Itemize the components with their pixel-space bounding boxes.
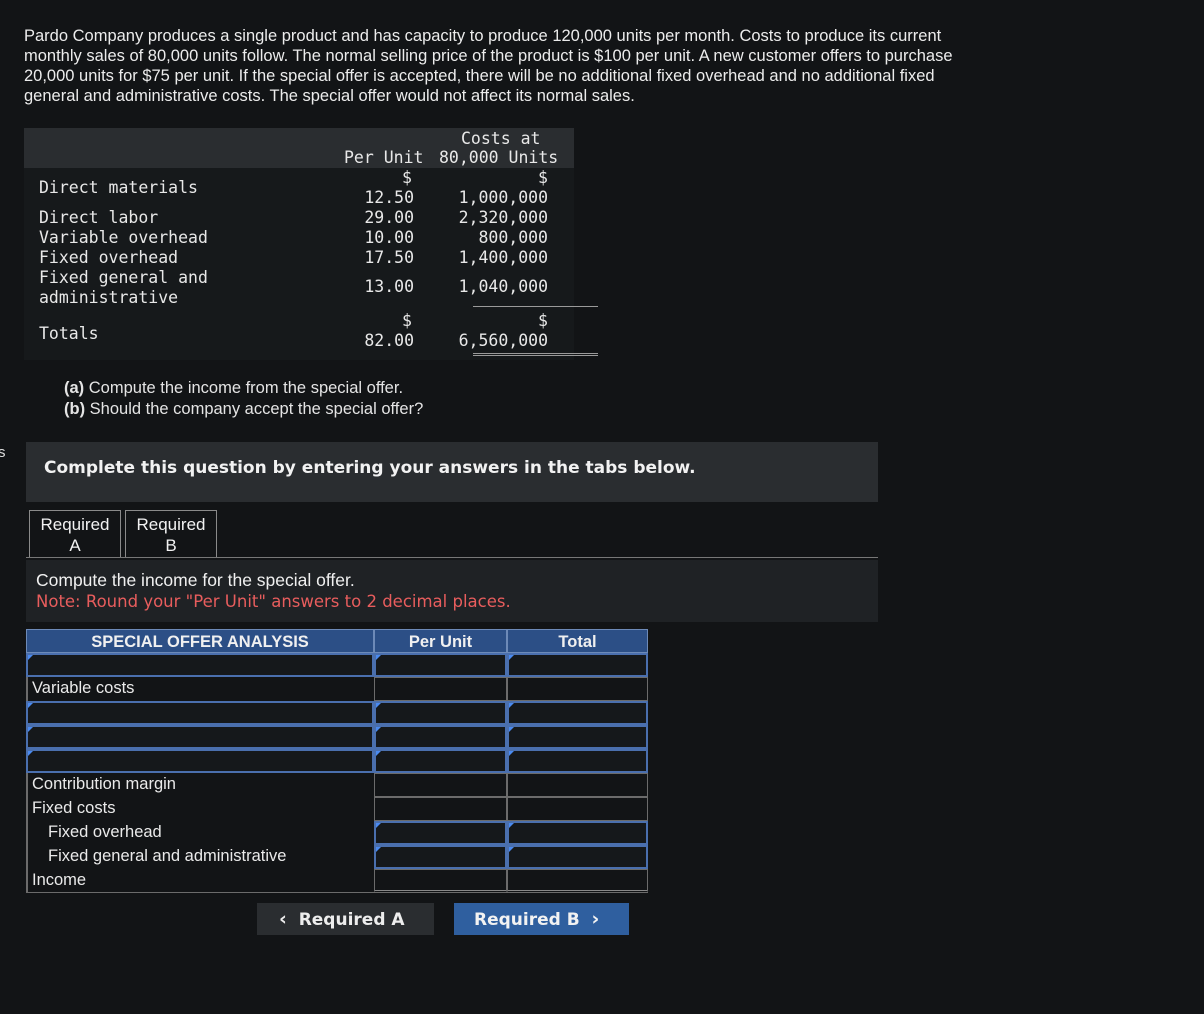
tab-label: Required bbox=[136, 515, 206, 534]
per-unit-input-2[interactable] bbox=[374, 701, 507, 725]
instruction-text: Compute the income for the special offer… bbox=[36, 570, 355, 590]
table-row: Contribution margin bbox=[26, 773, 648, 797]
fixed-overhead-per-unit-input[interactable] bbox=[374, 821, 507, 845]
variable-costs-label: Variable costs bbox=[26, 677, 374, 701]
table-bottom-border bbox=[26, 892, 648, 893]
next-required-b-button[interactable]: Required B › bbox=[454, 903, 629, 935]
row-label-fixed-ga-line2: administrative bbox=[39, 288, 179, 307]
row-label-variable-overhead: Variable overhead bbox=[39, 228, 208, 247]
row-label-direct-labor: Direct labor bbox=[39, 208, 159, 227]
total-cell bbox=[507, 797, 648, 821]
tab-required-b[interactable]: Required B bbox=[125, 510, 217, 558]
table-row: Fixed general and administrative bbox=[26, 845, 648, 869]
per-unit-input-1[interactable] bbox=[374, 653, 507, 677]
tab-label: A bbox=[69, 536, 81, 555]
per-unit-totals: 82.00 bbox=[364, 331, 414, 350]
total-cell bbox=[507, 677, 648, 701]
total-input-3[interactable] bbox=[507, 725, 648, 749]
per-unit-cell bbox=[374, 677, 507, 701]
question-a-tag: (a) bbox=[64, 379, 85, 397]
currency-symbol: $ bbox=[402, 311, 412, 330]
rounding-note: Note: Round your "Per Unit" answers to 2… bbox=[36, 592, 511, 611]
prev-required-a-button[interactable]: ‹ Required A bbox=[257, 903, 434, 935]
total-fixed-overhead: 1,400,000 bbox=[458, 248, 548, 267]
fixed-ga-per-unit-input[interactable] bbox=[374, 845, 507, 869]
per-unit-cell bbox=[374, 797, 507, 821]
currency-symbol: $ bbox=[538, 168, 548, 187]
total-input-2[interactable] bbox=[507, 701, 648, 725]
per-unit-direct-materials: 12.50 bbox=[364, 188, 414, 207]
row-label-fixed-ga-line1: Fixed general and bbox=[39, 268, 208, 287]
side-letter: s bbox=[0, 444, 6, 461]
fixed-overhead-label: Fixed overhead bbox=[26, 821, 374, 845]
header-costs-line2: 80,000 Units bbox=[439, 148, 559, 167]
fixed-ga-total-input[interactable] bbox=[507, 845, 648, 869]
total-direct-labor: 2,320,000 bbox=[458, 208, 548, 227]
col-header-total: Total bbox=[507, 629, 648, 653]
questions: (a) Compute the income from the special … bbox=[64, 378, 423, 420]
table-row: Fixed overhead bbox=[26, 821, 648, 845]
total-totals: 6,560,000 bbox=[458, 331, 548, 350]
label-input-4[interactable] bbox=[26, 749, 374, 773]
col-header-label: SPECIAL OFFER ANALYSIS bbox=[26, 629, 374, 653]
row-label-direct-materials: Direct materials bbox=[39, 178, 198, 197]
per-unit-cell bbox=[374, 773, 507, 797]
table-row bbox=[26, 653, 648, 677]
header-per-unit: Per Unit bbox=[344, 148, 424, 167]
table-row: Income bbox=[26, 869, 648, 893]
income-label: Income bbox=[26, 869, 374, 893]
per-unit-fixed-ga: 13.00 bbox=[364, 277, 414, 296]
fixed-costs-label: Fixed costs bbox=[26, 797, 374, 821]
question-a-text: Compute the income from the special offe… bbox=[84, 379, 404, 397]
total-cell bbox=[507, 773, 648, 797]
label-input-2[interactable] bbox=[26, 701, 374, 725]
row-label-totals: Totals bbox=[39, 324, 99, 343]
per-unit-input-3[interactable] bbox=[374, 725, 507, 749]
currency-symbol: $ bbox=[402, 168, 412, 187]
next-button-label: Required B bbox=[474, 910, 580, 930]
prev-button-label: Required A bbox=[298, 910, 405, 930]
banner-text: Complete this question by entering your … bbox=[44, 458, 696, 478]
question-b-text: Should the company accept the special of… bbox=[85, 400, 424, 418]
question-b-tag: (b) bbox=[64, 400, 86, 418]
per-unit-direct-labor: 29.00 bbox=[364, 208, 414, 227]
col-header-per-unit: Per Unit bbox=[374, 629, 507, 653]
table-row bbox=[26, 725, 648, 749]
total-input-4[interactable] bbox=[507, 749, 648, 773]
currency-symbol: $ bbox=[538, 311, 548, 330]
contribution-margin-label: Contribution margin bbox=[26, 773, 374, 797]
tab-label: Required bbox=[40, 515, 110, 534]
chevron-right-icon: › bbox=[591, 908, 600, 930]
table-row bbox=[26, 749, 648, 773]
problem-statement: Pardo Company produces a single product … bbox=[24, 27, 953, 105]
tab-required-a[interactable]: Required A bbox=[29, 510, 121, 558]
fixed-ga-label: Fixed general and administrative bbox=[26, 845, 374, 869]
tab-divider bbox=[26, 557, 878, 558]
table-row: Variable costs bbox=[26, 677, 648, 701]
table-row: Fixed costs bbox=[26, 797, 648, 821]
total-input-1[interactable] bbox=[507, 653, 648, 677]
instructions-panel: Compute the income for the special offer… bbox=[26, 560, 878, 622]
label-input-3[interactable] bbox=[26, 725, 374, 749]
per-unit-fixed-overhead: 17.50 bbox=[364, 248, 414, 267]
total-variable-overhead: 800,000 bbox=[478, 228, 548, 247]
chevron-left-icon: ‹ bbox=[279, 908, 287, 930]
cost-table: Costs at Per Unit 80,000 Units Direct ma… bbox=[24, 128, 598, 360]
per-unit-input-4[interactable] bbox=[374, 749, 507, 773]
special-offer-analysis-table: SPECIAL OFFER ANALYSIS Per Unit Total Va… bbox=[26, 629, 648, 893]
label-input-1[interactable] bbox=[26, 653, 374, 677]
income-per-unit-cell bbox=[374, 869, 507, 893]
tab-label: B bbox=[165, 536, 177, 555]
income-total-cell bbox=[507, 869, 648, 893]
per-unit-variable-overhead: 10.00 bbox=[364, 228, 414, 247]
total-fixed-ga: 1,040,000 bbox=[458, 277, 548, 296]
table-row bbox=[26, 701, 648, 725]
total-direct-materials: 1,000,000 bbox=[458, 188, 548, 207]
total-rule bbox=[473, 306, 598, 307]
fixed-overhead-total-input[interactable] bbox=[507, 821, 648, 845]
row-label-fixed-overhead: Fixed overhead bbox=[39, 248, 179, 267]
grand-total-double-rule bbox=[473, 353, 598, 356]
header-costs-line1: Costs at bbox=[461, 129, 541, 148]
instruction-banner: Complete this question by entering your … bbox=[26, 442, 878, 502]
